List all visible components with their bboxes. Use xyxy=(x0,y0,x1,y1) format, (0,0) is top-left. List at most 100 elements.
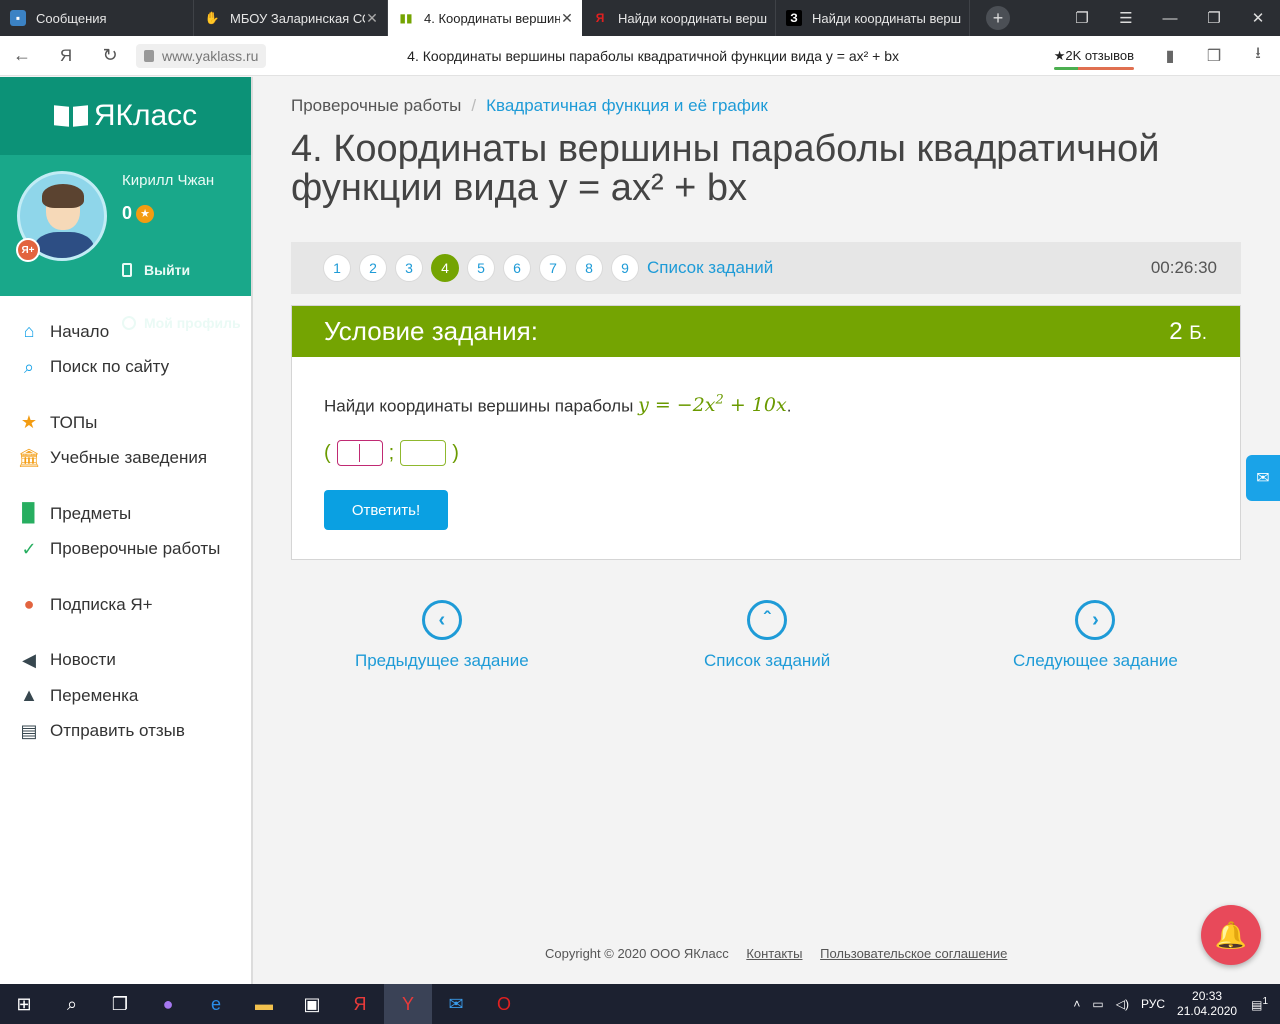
submit-button[interactable]: Ответить! xyxy=(324,490,448,531)
book-logo-icon xyxy=(54,104,88,128)
language-indicator[interactable]: РУС xyxy=(1141,997,1165,1011)
task-number-8[interactable]: 8 xyxy=(575,254,603,282)
address-bar: ← Я ↻ www.yaklass.ru 4. Координаты верши… xyxy=(0,36,1280,76)
network-icon[interactable]: ▭ xyxy=(1092,997,1103,1011)
task-number-2[interactable]: 2 xyxy=(359,254,387,282)
task-list-link[interactable]: Список заданий xyxy=(647,258,773,278)
profile-link-label: Мой профиль xyxy=(144,315,241,331)
url-text: www.yaklass.ru xyxy=(162,47,259,64)
task-list-button[interactable]: ˆ Список заданий xyxy=(704,600,830,671)
breadcrumb: Проверочные работы / Квадратичная функция … xyxy=(291,96,1241,116)
condition-title: Условие задания: xyxy=(324,316,538,346)
clock[interactable]: 20:33 21.04.2020 xyxy=(1177,989,1237,1019)
alice-icon[interactable]: ● xyxy=(144,984,192,1024)
user-points: 0 ★ xyxy=(122,203,155,224)
tab-title: Найди координаты верш xyxy=(618,10,767,26)
sidebar-item-label: Предметы xyxy=(50,503,132,523)
timer: 00:26:30 xyxy=(1150,258,1217,277)
prev-task-button[interactable]: ‹ Предыдущее задание xyxy=(355,600,529,671)
tab-title: Найди координаты верш xyxy=(812,10,961,26)
breadcrumb-separator: / xyxy=(471,96,477,115)
logout-link[interactable]: Выйти xyxy=(122,262,190,278)
sidebar-item-label: Начало xyxy=(50,321,110,341)
edge-icon[interactable]: e xyxy=(192,984,240,1024)
contacts-link[interactable]: Контакты xyxy=(746,946,802,961)
sidebar-item-subscription[interactable]: ● Подписка Я+ xyxy=(0,587,251,623)
explorer-icon[interactable]: ▬ xyxy=(240,984,288,1024)
sidebar-item-break[interactable]: ▲ Переменка xyxy=(0,678,251,714)
task-body: Найди координаты вершины параболы y = −2… xyxy=(292,357,1240,531)
sidebar-item-tops[interactable]: ★ ТОПы xyxy=(0,405,251,441)
task-number-6[interactable]: 6 xyxy=(503,254,531,282)
site-logo[interactable]: ЯКласс xyxy=(0,77,251,155)
chevron-up-icon: ˆ xyxy=(747,600,788,640)
star-icon: ★ xyxy=(20,412,38,433)
chevron-up-icon[interactable]: ˄ xyxy=(1073,997,1080,1011)
task-number-7[interactable]: 7 xyxy=(539,254,567,282)
tab-school[interactable]: ✋ МБОУ Заларинская СОШ ✕ xyxy=(194,0,388,36)
sidebar-item-feedback[interactable]: ▤ Отправить отзыв xyxy=(0,714,251,750)
feedback-icon: ▤ xyxy=(20,720,38,741)
chat-icon: ▪ xyxy=(10,10,26,26)
close-icon[interactable]: ✕ xyxy=(365,10,379,27)
mail-icon[interactable]: ✉ xyxy=(1246,455,1280,501)
new-tab-button[interactable]: + xyxy=(986,6,1010,30)
windows-start-icon[interactable]: ⊞ xyxy=(0,984,48,1024)
sidebar-item-tests[interactable]: ✓ Проверочные работы xyxy=(0,532,251,568)
answer-open-paren: ( xyxy=(324,441,331,464)
mail-icon[interactable]: ✉ xyxy=(432,984,480,1024)
search-icon[interactable]: ⌕ xyxy=(48,984,96,1024)
breadcrumb-root[interactable]: Проверочные работы xyxy=(291,96,461,115)
tab-messages[interactable]: ▪ Сообщения xyxy=(0,0,194,36)
minimize-icon[interactable]: — xyxy=(1148,0,1192,36)
menu-icon[interactable]: ☰ xyxy=(1104,0,1148,36)
sidebar-item-news[interactable]: ◀ Новости xyxy=(0,643,251,679)
star-icon: ★ xyxy=(136,204,155,223)
task-number-3[interactable]: 3 xyxy=(395,254,423,282)
restore-icon[interactable]: ❐ xyxy=(1192,0,1236,36)
store-icon[interactable]: ▣ xyxy=(288,984,336,1024)
task-number-9[interactable]: 9 xyxy=(611,254,639,282)
task-number-5[interactable]: 5 xyxy=(467,254,495,282)
opera-icon[interactable]: O xyxy=(480,984,528,1024)
collections-icon[interactable]: ❒ xyxy=(1192,36,1236,76)
yaplus-badge: Я+ xyxy=(16,238,40,262)
notification-center-icon[interactable]: ▤1 xyxy=(1251,996,1268,1012)
close-window-icon[interactable]: ✕ xyxy=(1236,0,1280,36)
yandex-icon[interactable]: Я xyxy=(336,984,384,1024)
answer-x-input[interactable] xyxy=(336,440,383,467)
search-icon: ⌕ xyxy=(23,356,35,377)
tab-yandex[interactable]: Я Найди координаты верш xyxy=(582,0,776,36)
next-task-button[interactable]: › Следующее задание xyxy=(1013,600,1178,671)
formula: y = −2x2 + 10x xyxy=(638,393,787,416)
breadcrumb-current[interactable]: Квадратичная функция и её график xyxy=(486,96,768,115)
sidebar-item-label: ТОПы xyxy=(50,412,98,432)
page-title-bar: 4. Координаты вершины параболы квадратич… xyxy=(407,47,900,64)
yandex-home-icon[interactable]: Я xyxy=(44,36,88,76)
sidebar-item-schools[interactable]: 🏛 Учебные заведения xyxy=(0,441,251,477)
bookmark-icon[interactable]: ▮ xyxy=(1148,36,1192,76)
sidebar-item-search[interactable]: ⌕ Поиск по сайту xyxy=(0,350,251,386)
close-icon[interactable]: ✕ xyxy=(560,10,574,27)
volume-icon[interactable]: ◁) xyxy=(1116,997,1129,1011)
task-number-4[interactable]: 4 xyxy=(431,254,459,282)
reviews-badge[interactable]: ★2K отзывов xyxy=(1040,48,1148,70)
logout-link-label: Выйти xyxy=(144,262,191,278)
yandex-browser-icon[interactable]: Y xyxy=(384,984,432,1024)
agreement-link[interactable]: Пользовательское соглашение xyxy=(820,946,1007,961)
sidebar-item-subjects[interactable]: ▉ Предметы xyxy=(0,496,251,532)
bell-icon: ▲ xyxy=(20,685,38,706)
tab-yaklass[interactable]: ▮▮ 4. Координаты вершины ✕ xyxy=(388,0,582,36)
notification-bell-icon[interactable]: 🔔 xyxy=(1201,905,1261,965)
download-icon[interactable]: ⭳ xyxy=(1236,36,1280,76)
task-number-1[interactable]: 1 xyxy=(323,254,351,282)
url-field[interactable]: www.yaklass.ru xyxy=(136,43,267,68)
reload-icon[interactable]: ↻ xyxy=(88,36,132,76)
next-task-label: Следующее задание xyxy=(1013,651,1178,670)
back-icon[interactable]: ← xyxy=(0,36,44,76)
task-view-icon[interactable]: ❐ xyxy=(96,984,144,1024)
profile-link[interactable]: Мой профиль xyxy=(122,315,241,331)
tabs-icon[interactable]: ❐ xyxy=(1060,0,1104,36)
answer-y-input[interactable] xyxy=(400,440,447,467)
tab-znanija[interactable]: З Найди координаты верш xyxy=(776,0,970,36)
